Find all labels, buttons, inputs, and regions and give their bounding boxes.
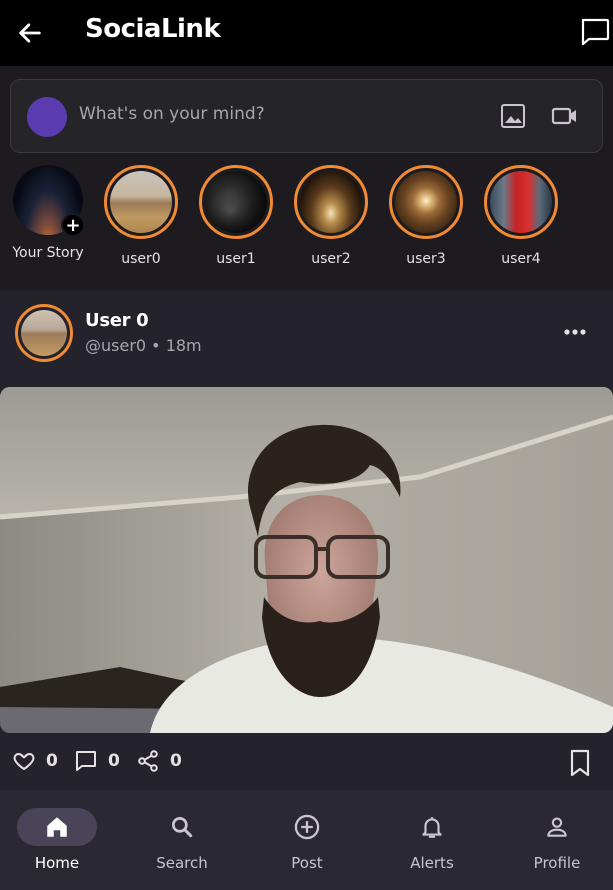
message-icon[interactable]	[579, 17, 611, 47]
story-user2[interactable]: user2	[286, 164, 376, 267]
nav-label: Alerts	[410, 854, 454, 872]
post-author-meta: @user0 • 18m	[85, 336, 202, 355]
story-label: user0	[121, 251, 161, 267]
story-ring	[199, 165, 273, 239]
story-ring	[104, 165, 178, 239]
story-ring	[294, 165, 368, 239]
post-composer	[10, 79, 603, 153]
story-label: user2	[311, 251, 351, 267]
nav-item-alerts[interactable]: Alerts	[384, 808, 480, 872]
nav-item-profile[interactable]: Profile	[509, 808, 605, 872]
post-card: User 0 @user0 • 18m 0 0 0	[0, 290, 613, 790]
nav-label: Post	[291, 854, 323, 872]
story-thumbnail	[110, 171, 172, 233]
story-label: user4	[501, 251, 541, 267]
avatar	[21, 310, 67, 356]
like-count: 0	[46, 751, 58, 771]
nav-item-post[interactable]: Post	[259, 808, 355, 872]
story-user4[interactable]: user4	[476, 164, 566, 267]
post-actions: 0 0 0	[0, 745, 613, 781]
image-icon[interactable]	[500, 103, 526, 129]
story-thumbnail	[490, 171, 552, 233]
bottom-navigation: Home Search Post Alerts Profile	[0, 790, 613, 890]
video-camera-icon[interactable]	[551, 103, 579, 129]
comment-icon	[76, 751, 96, 771]
post-photo[interactable]	[0, 387, 613, 733]
more-options-icon[interactable]	[560, 320, 590, 344]
own-story-thumbnail: +	[13, 165, 85, 237]
story-label: user3	[406, 251, 446, 267]
nav-label: Home	[34, 854, 80, 872]
story-label: Your Story	[12, 245, 84, 261]
story-ring	[484, 165, 558, 239]
home-icon	[47, 817, 67, 837]
nav-label: Search	[156, 854, 208, 872]
post-author-avatar[interactable]	[15, 304, 73, 362]
comment-count: 0	[108, 751, 120, 771]
story-thumbnail	[395, 171, 457, 233]
story-user1[interactable]: user1	[191, 164, 281, 267]
nav-item-search[interactable]: Search	[134, 808, 230, 872]
bookmark-icon[interactable]	[568, 749, 592, 777]
nav-item-home[interactable]: Home	[9, 808, 105, 872]
share-button[interactable]: 0	[136, 749, 182, 773]
person-icon	[547, 817, 567, 837]
add-circle-icon	[294, 814, 320, 840]
search-icon	[171, 816, 193, 838]
post-photo-illustration	[0, 387, 613, 733]
app-title: SociaLink	[85, 14, 221, 44]
heart-icon	[13, 753, 35, 770]
story-user3[interactable]: user3	[381, 164, 471, 267]
bell-icon	[422, 817, 442, 838]
story-user0[interactable]: user0	[96, 164, 186, 267]
top-app-bar: SociaLink	[0, 0, 613, 66]
add-story-icon[interactable]: +	[61, 213, 85, 237]
comment-button[interactable]: 0	[74, 749, 120, 773]
like-button[interactable]: 0	[12, 749, 58, 773]
story-thumbnail	[205, 171, 267, 233]
nav-active-indicator	[17, 808, 97, 846]
share-icon	[138, 750, 158, 772]
story-label: user1	[216, 251, 256, 267]
post-author-name[interactable]: User 0	[85, 310, 149, 331]
story-ring	[389, 165, 463, 239]
avatar[interactable]	[27, 97, 67, 137]
back-arrow-icon[interactable]	[16, 19, 44, 47]
status-input[interactable]	[79, 104, 459, 124]
stories-row: + Your Story user0 user1 user2 user3 use…	[0, 164, 613, 274]
story-your-story[interactable]: + Your Story	[3, 164, 93, 261]
story-thumbnail	[300, 171, 362, 233]
nav-label: Profile	[533, 854, 581, 872]
share-count: 0	[170, 751, 182, 771]
